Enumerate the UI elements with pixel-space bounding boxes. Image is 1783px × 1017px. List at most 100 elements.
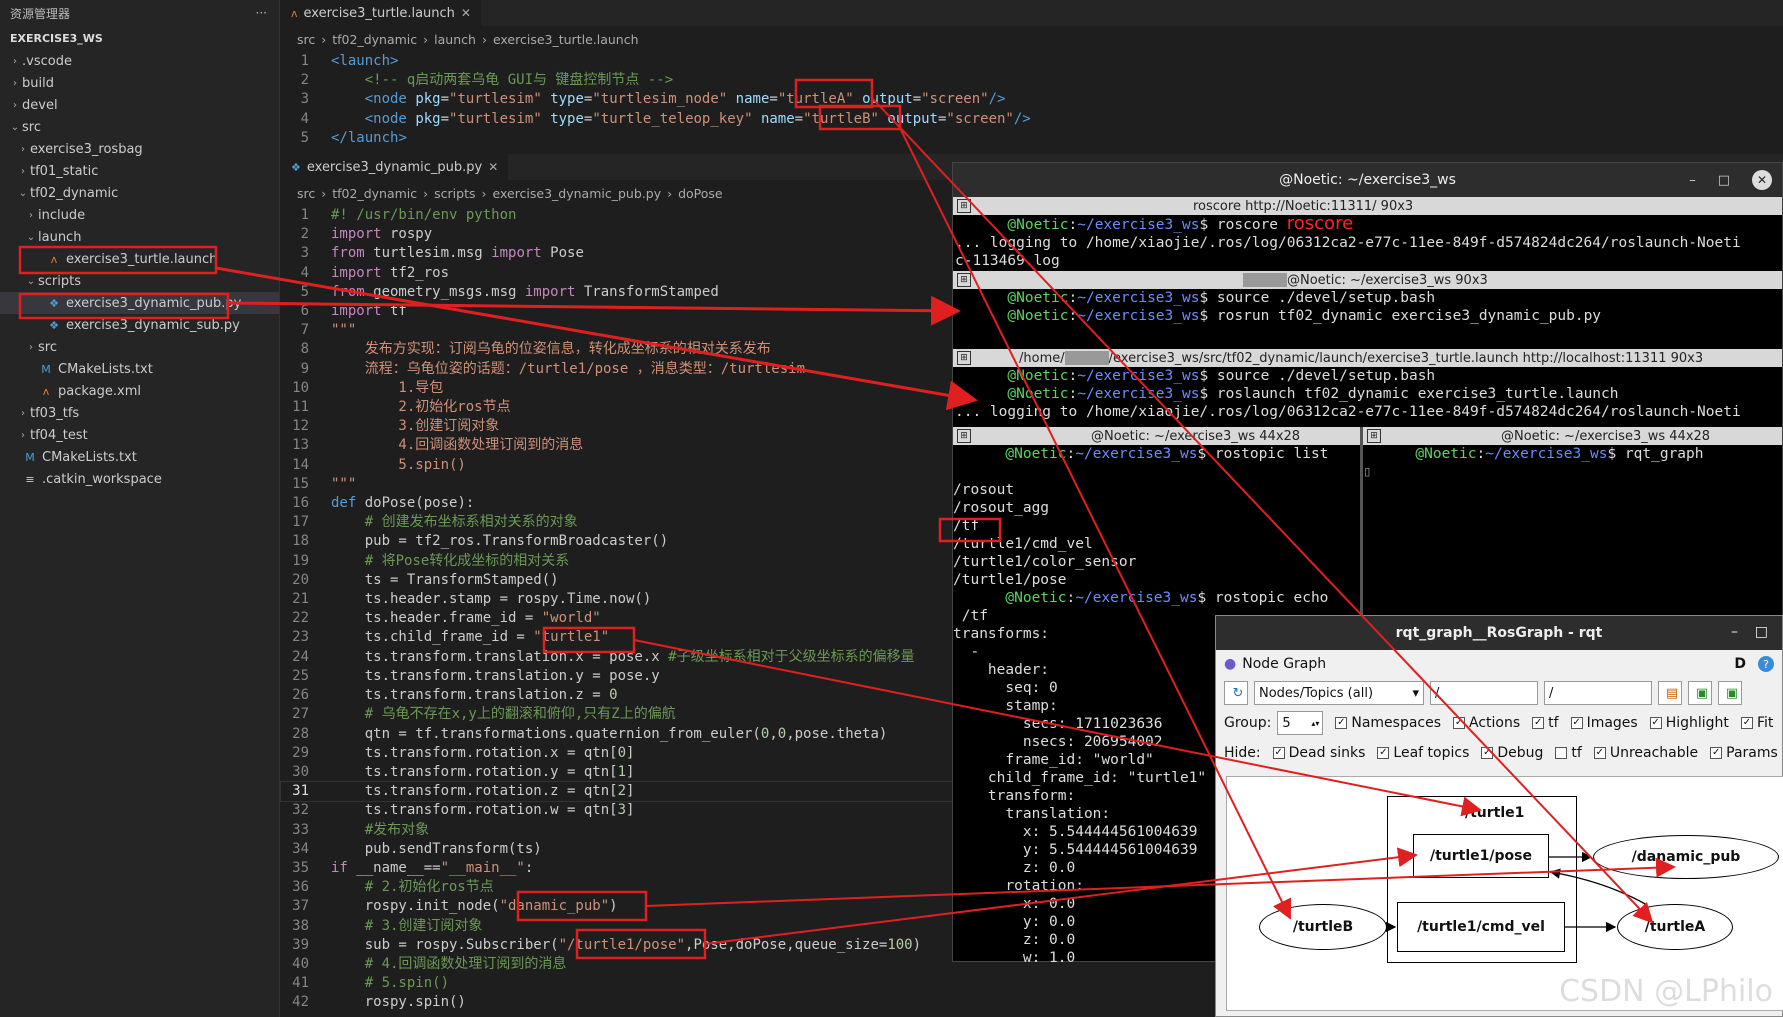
checkbox[interactable]: ✓ <box>1532 717 1545 729</box>
breadcrumb-item[interactable]: src <box>297 186 315 201</box>
help-icon[interactable]: ? <box>1758 656 1774 672</box>
checkbox[interactable]: ✓ <box>1740 717 1753 729</box>
open-icon[interactable]: ▤ <box>1658 681 1682 705</box>
breadcrumb-item[interactable]: scripts <box>434 186 475 201</box>
checkbox-option[interactable]: ✓ Leaf topics <box>1377 745 1469 761</box>
code-launch[interactable]: 1 <launch> 2 <!-- q启动两套乌龟 GUI与 键盘控制节点 --> 3… <box>281 52 1783 148</box>
tab-launch[interactable]: ᴧ exercise3_turtle.launch ✕ <box>281 0 481 26</box>
tree-item[interactable]: › tf04_test <box>0 424 279 446</box>
breadcrumb-item[interactable]: launch <box>434 32 476 47</box>
pane-roscore[interactable]: @Noetic:~/exercise3_ws$ roscore roscore … <box>953 215 1782 271</box>
checkbox-option[interactable]: ✓ Images <box>1570 715 1638 731</box>
refresh-button[interactable]: ↻ <box>1224 681 1248 705</box>
topic-item: /turtle1/pose <box>953 572 1067 588</box>
checkbox-option[interactable]: ✓ Fit <box>1740 715 1774 731</box>
checkbox[interactable]: ✓ <box>1593 747 1606 759</box>
close-icon[interactable]: ✕ <box>1752 170 1772 190</box>
tree-item[interactable]: › tf03_tfs <box>0 402 279 424</box>
tree-item[interactable]: M CMakeLists.txt <box>0 358 279 380</box>
tree-item[interactable]: ≡ .catkin_workspace <box>0 468 279 490</box>
checkbox-option[interactable]: ✓ Actions <box>1453 715 1520 731</box>
topic-item: /rosout_agg <box>953 500 1050 516</box>
tree-item[interactable]: ⌄ launch <box>0 226 279 248</box>
file-icon: ❖ <box>49 296 59 310</box>
command: source ./devel/setup.bash <box>1216 290 1436 306</box>
pane-rosrun[interactable]: @Noetic:~/exercise3_ws$ source ./devel/s… <box>953 289 1782 349</box>
checkbox[interactable] <box>1555 747 1568 759</box>
tree-item[interactable]: ❖ exercise3_dynamic_sub.py <box>0 314 279 336</box>
pane-menu-icon[interactable]: ⊞ <box>957 429 971 443</box>
breadcrumb-item[interactable]: tf02_dynamic <box>332 32 417 47</box>
checkbox[interactable]: ✓ <box>1710 747 1723 759</box>
close-icon[interactable]: ✕ <box>488 160 498 174</box>
code-line: 1 <launch> <box>300 53 399 69</box>
tree-item[interactable]: ⌄ scripts <box>0 270 279 292</box>
save-icon[interactable]: ▣ <box>1688 681 1712 705</box>
checkbox-label: tf <box>1548 715 1559 731</box>
minimize-icon[interactable]: – <box>1689 173 1696 188</box>
checkbox[interactable]: ✓ <box>1377 747 1390 759</box>
checkbox-option[interactable]: ✓ Unreachable <box>1593 745 1698 761</box>
workspace-title[interactable]: EXERCISE3_WS <box>0 26 279 50</box>
tree-item[interactable]: ᴧ exercise3_turtle.launch <box>0 248 279 270</box>
checkbox[interactable]: ✓ <box>1335 717 1348 729</box>
breadcrumb-item[interactable]: doPose <box>678 186 723 201</box>
tree-item[interactable]: › build <box>0 72 279 94</box>
tree-item[interactable]: ⌄ src <box>0 116 279 138</box>
tree-item-label: exercise3_dynamic_pub.py <box>66 295 242 311</box>
tree-item-label: CMakeLists.txt <box>42 449 137 465</box>
group-spinbox[interactable]: 5 ▴▾ <box>1277 711 1324 735</box>
checkbox-option[interactable]: ✓ Debug <box>1481 745 1543 761</box>
dock-icon[interactable]: D <box>1734 656 1746 672</box>
tree-item[interactable]: › tf01_static <box>0 160 279 182</box>
breadcrumb-item[interactable]: exercise3_turtle.launch <box>493 32 639 47</box>
tree-item-label: exercise3_dynamic_sub.py <box>66 317 240 333</box>
breadcrumb-item[interactable]: exercise3_dynamic_pub.py <box>493 186 662 201</box>
tree-item[interactable]: › devel <box>0 94 279 116</box>
checkbox-option[interactable]: ✓ tf <box>1532 715 1559 731</box>
maximize-icon[interactable]: □ <box>1718 173 1730 188</box>
node-filter-input[interactable]: / <box>1430 681 1538 705</box>
pane-menu-icon[interactable]: ⊞ <box>1367 429 1381 443</box>
checkbox-label: Fit <box>1756 715 1774 731</box>
tree-item[interactable]: › exercise3_rosbag <box>0 138 279 160</box>
checkbox-label: Dead sinks <box>1288 745 1366 761</box>
pane-menu-icon[interactable]: ⊞ <box>957 199 971 213</box>
tree-item-label: include <box>38 207 86 223</box>
tree-item[interactable]: ᴧ package.xml <box>0 380 279 402</box>
topic-filter-input[interactable]: / <box>1544 681 1652 705</box>
pane-menu-icon[interactable]: ⊞ <box>957 273 971 287</box>
checkbox-option[interactable]: ✓ Highlight <box>1649 715 1729 731</box>
checkbox[interactable]: ✓ <box>1570 717 1583 729</box>
tree-item[interactable]: M CMakeLists.txt <box>0 446 279 468</box>
maximize-icon[interactable]: □ <box>1755 624 1768 640</box>
checkbox[interactable]: ✓ <box>1649 717 1662 729</box>
tree-item[interactable]: ⌄ tf02_dynamic <box>0 182 279 204</box>
export-icon[interactable]: ▣ <box>1718 681 1742 705</box>
minimize-icon[interactable]: – <box>1731 624 1738 640</box>
pane-rostopic-title: ⊞ @Noetic: ~/exercise3_ws 44x28 <box>953 427 1360 445</box>
pane-menu-icon[interactable]: ⊞ <box>957 351 971 365</box>
close-icon[interactable]: ✕ <box>461 6 471 20</box>
checkbox-option[interactable]: ✓ Dead sinks <box>1272 745 1366 761</box>
breadcrumb-item[interactable]: src <box>297 32 315 47</box>
checkbox[interactable]: ✓ <box>1481 747 1494 759</box>
checkbox-option[interactable]: ✓ Params <box>1710 745 1778 761</box>
checkbox-option[interactable]: ✓ Namespaces <box>1335 715 1441 731</box>
more-actions-icon[interactable]: ··· <box>256 6 267 20</box>
tree-item[interactable]: ❖ exercise3_dynamic_pub.py <box>0 292 279 314</box>
tree-item[interactable]: › include <box>0 204 279 226</box>
checkbox-option[interactable]: tf <box>1555 745 1582 761</box>
checkbox[interactable]: ✓ <box>1453 717 1466 729</box>
breadcrumb-item[interactable]: tf02_dynamic <box>332 186 417 201</box>
tree-item[interactable]: › .vscode <box>0 50 279 72</box>
redaction <box>1064 351 1109 365</box>
tab-python[interactable]: ❖ exercise3_dynamic_pub.py ✕ <box>281 154 509 181</box>
file-icon: M <box>41 362 51 376</box>
tree-item[interactable]: › src <box>0 336 279 358</box>
mode-select[interactable]: Nodes/Topics (all) ▾ <box>1254 681 1424 705</box>
checkbox[interactable]: ✓ <box>1272 747 1285 759</box>
command: source ./devel/setup.bash <box>1216 368 1436 384</box>
pane-roslaunch[interactable]: @Noetic:~/exercise3_ws$ source ./devel/s… <box>953 367 1782 427</box>
explorer-sidebar: 资源管理器 ··· EXERCISE3_WS › .vscode › build › de… <box>0 0 280 1017</box>
